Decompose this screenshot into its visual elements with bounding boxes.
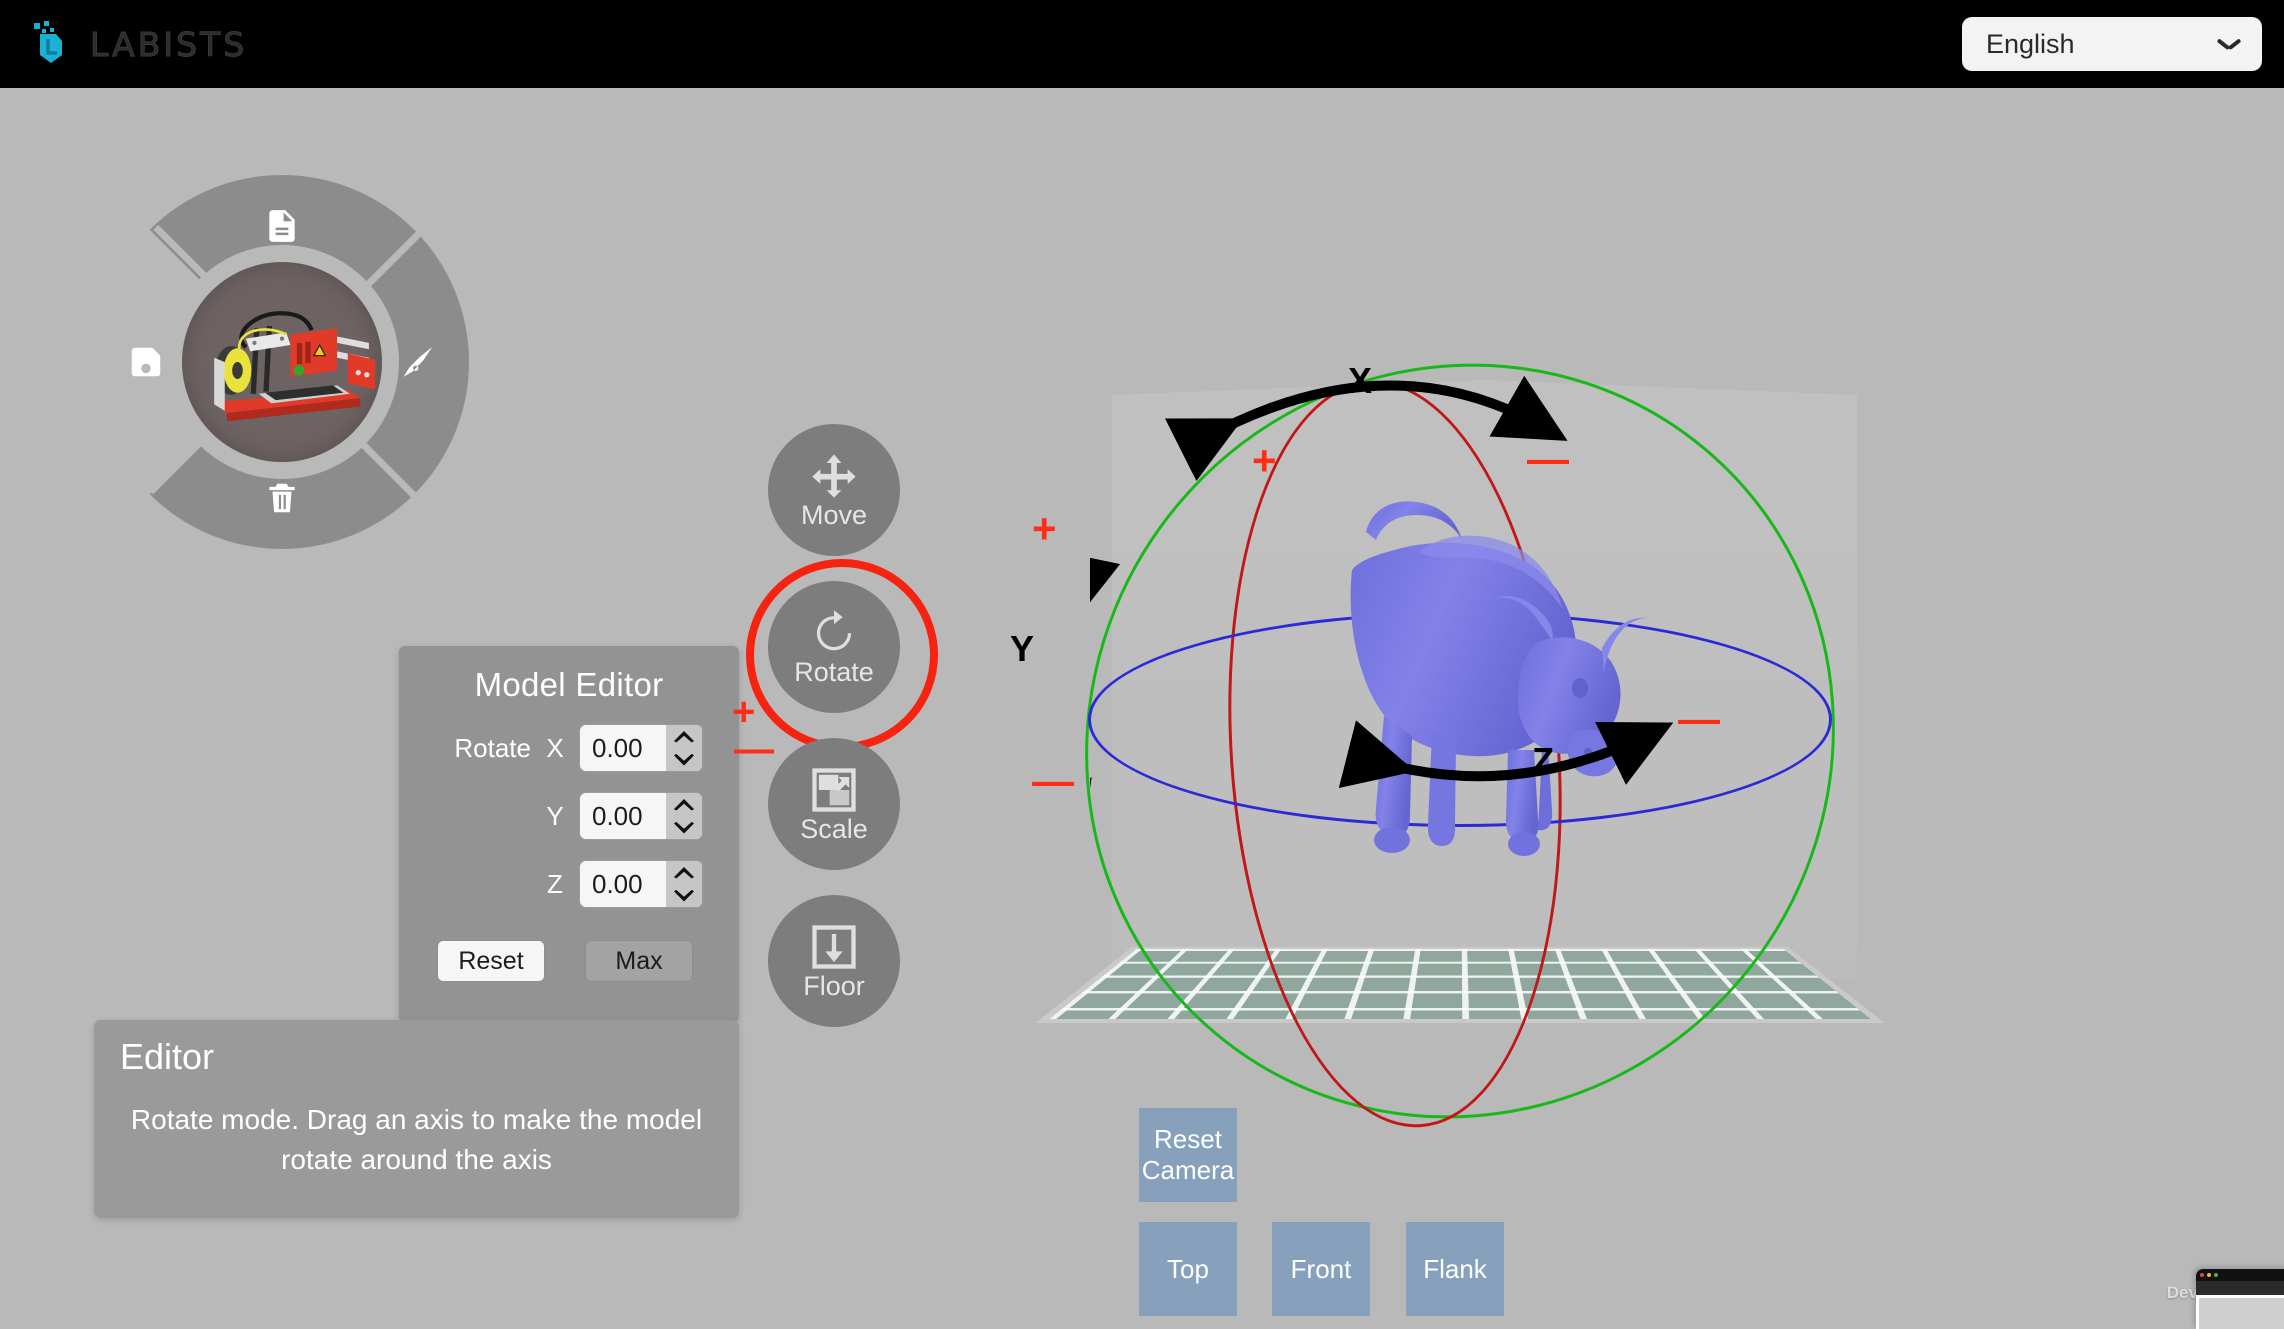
model-editor-buttons: Reset Max [399,940,739,982]
rotate-x-minus-indicator: — [734,727,774,771]
rotate-z-stepper[interactable] [579,860,703,908]
axis-z-minus-sign: — [1678,695,1720,742]
editor-hint-title: Editor [120,1036,215,1077]
camera-top-button[interactable]: Top [1139,1222,1237,1316]
rotate-z-increment-button[interactable] [666,861,702,884]
tool-scale[interactable]: Scale [768,738,900,870]
tool-move-label: Move [800,499,868,530]
camera-reset-button[interactable]: Reset Camera [1139,1108,1237,1202]
tool-column: Move Rotate Scale Floor [746,424,938,1052]
axis-z-plus-sign: + [1358,739,1383,786]
rotate-y-input[interactable] [580,800,666,832]
thumbnail-dot-yellow [2207,1273,2211,1277]
rotate-x-input[interactable] [580,732,666,764]
thumbnail-dot-red [2200,1273,2204,1277]
brand: LABISTS [30,21,247,67]
rotate-z-spin-buttons [666,861,702,907]
axis-x-minus-sign: — [1527,435,1569,482]
axis-label-y: Y [546,800,564,831]
rotate-y-increment-button[interactable] [666,793,702,816]
model-editor-panel: Model Editor Rotate X Y [399,646,739,1022]
labists-hex-logo-icon [30,21,76,67]
rotate-z-decrement-button[interactable] [666,884,702,907]
3d-printer-preview-icon [212,311,376,422]
trash-icon[interactable] [259,475,305,521]
thumbnail-titlebar [2196,1269,2284,1281]
rotate-x-spin-buttons [666,725,702,771]
reset-button[interactable]: Reset [437,940,545,982]
rotate-y-stepper[interactable] [579,792,703,840]
axis-y-plus-sign: + [1032,505,1057,552]
rotate-y-decrement-button[interactable] [666,816,702,839]
tool-rotate-label: Rotate [794,656,874,687]
move-arrows-icon [808,450,860,502]
brand-name: LABISTS [89,24,248,64]
rotate-z-row: Z [399,860,739,908]
rotate-mode-label: Rotate [454,732,531,763]
floppy-save-icon[interactable] [123,339,169,385]
tool-rotate[interactable]: Rotate [746,559,938,751]
chevron-down-icon [2218,38,2240,51]
axis-x-plus-sign: + [1252,437,1277,484]
axis-label-z-annotation: Z [1532,740,1554,781]
axis-label-y-annotation: Y [1010,628,1035,669]
language-select-label: English [1986,28,2075,59]
floor-down-arrow-icon [808,921,860,973]
camera-flank-button[interactable]: Flank [1406,1222,1504,1316]
axis-label-x-annotation: X [1348,360,1373,401]
app-root: LABISTS English Move Rotate Scale Floor … [0,0,2284,1329]
thumbnail-toolbar [2196,1281,2284,1295]
bull-3d-model[interactable] [1280,420,1670,900]
tool-floor-label: Floor [803,970,865,1001]
window-thumbnail[interactable] [2196,1269,2284,1329]
rotate-x-stepper[interactable] [579,724,703,772]
axis-label-z: Z [547,868,563,899]
top-bar: LABISTS English [0,0,2284,88]
thumbnail-dot-green [2214,1273,2218,1277]
rotate-x-row: Rotate X [399,724,739,772]
thumbnail-page [2199,1298,2284,1329]
pen-nib-slice-icon[interactable] [395,339,441,385]
rotate-z-input[interactable] [580,868,666,900]
language-select[interactable]: English [1962,17,2262,71]
axis-y-minus-sign: — [1032,757,1074,804]
rotate-y-row: Y [399,792,739,840]
scale-square-icon [808,764,860,816]
editor-hint-panel: Editor Rotate mode. Drag an axis to make… [94,1020,739,1218]
axis-label-x: X [546,732,564,763]
radial-menu[interactable] [95,175,469,549]
model-editor-title: Model Editor [474,666,664,703]
tool-floor[interactable]: Floor [768,895,900,1027]
rotate-x-decrement-button[interactable] [666,748,702,771]
radial-center-preview[interactable] [182,262,382,462]
rotate-circle-icon [808,607,860,659]
document-icon[interactable] [259,203,305,249]
camera-front-button[interactable]: Front [1272,1222,1370,1316]
rotate-y-spin-buttons [666,793,702,839]
editor-hint-message: Rotate mode. Drag an axis to make the mo… [130,1104,703,1175]
tool-scale-label: Scale [800,813,868,844]
tool-move[interactable]: Move [768,424,900,556]
rotate-x-increment-button[interactable] [666,725,702,748]
max-button[interactable]: Max [585,940,693,982]
